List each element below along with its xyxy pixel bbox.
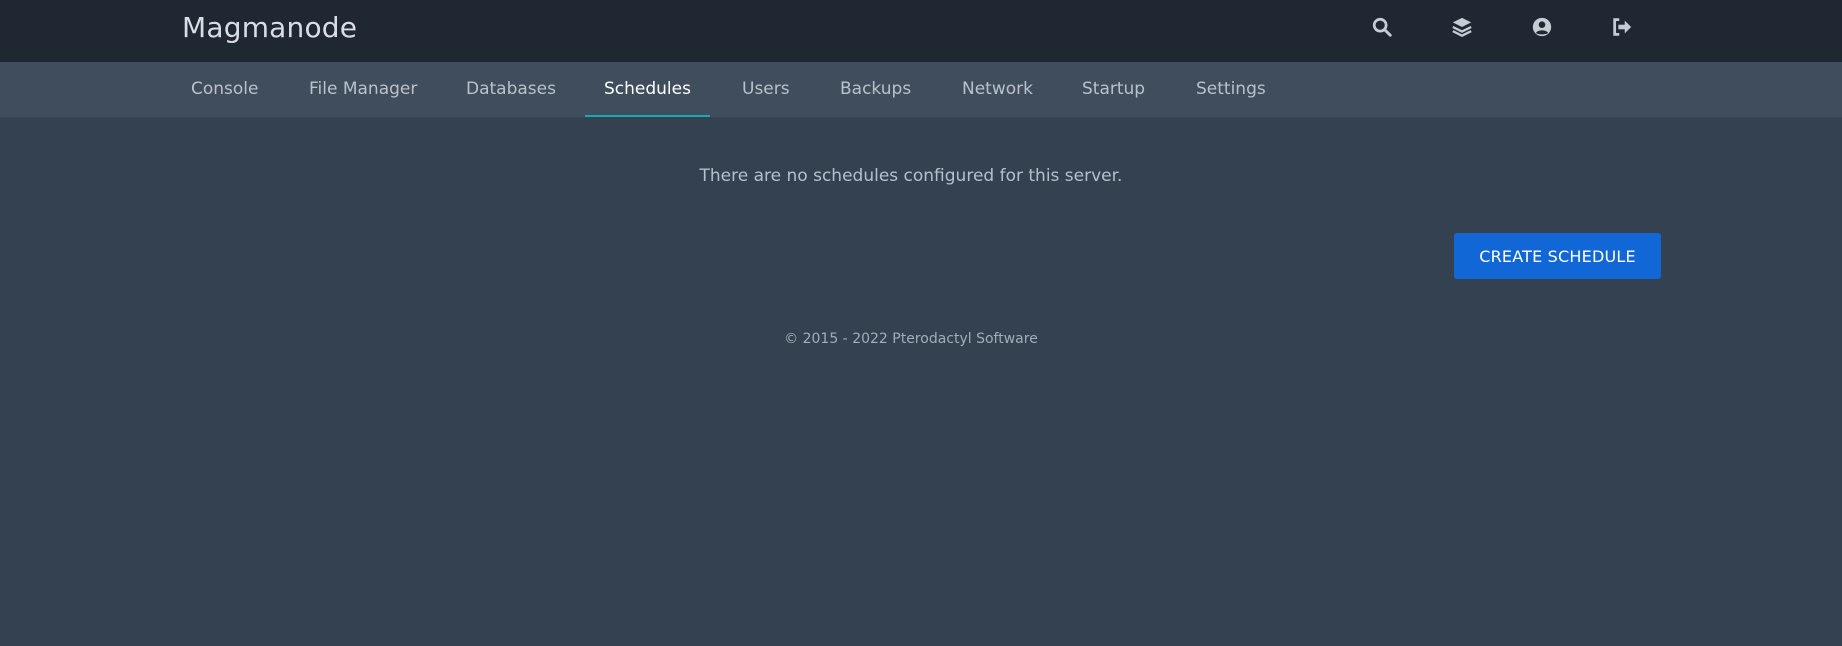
brand-title[interactable]: Magmanode	[182, 10, 357, 46]
tab-network[interactable]: Network	[962, 62, 1033, 117]
top-navigation-bar: Magmanode	[0, 0, 1842, 62]
sign-out-icon[interactable]	[1609, 14, 1635, 40]
server-sub-navigation: Console File Manager Databases Schedules…	[0, 62, 1842, 118]
tab-backups[interactable]: Backups	[840, 62, 911, 117]
create-schedule-button[interactable]: CREATE SCHEDULE	[1454, 233, 1661, 279]
empty-schedules-message: There are no schedules configured for th…	[699, 166, 1123, 186]
tab-settings[interactable]: Settings	[1196, 62, 1266, 117]
tab-startup[interactable]: Startup	[1082, 62, 1145, 117]
tab-file-manager[interactable]: File Manager	[309, 62, 417, 117]
layers-icon[interactable]	[1449, 14, 1475, 40]
search-icon[interactable]	[1369, 14, 1395, 40]
tab-users[interactable]: Users	[742, 62, 790, 117]
footer-copyright: © 2015 - 2022 Pterodactyl Software	[784, 331, 1038, 347]
user-circle-icon[interactable]	[1529, 14, 1555, 40]
tab-console[interactable]: Console	[191, 62, 259, 117]
tab-schedules[interactable]: Schedules	[585, 62, 710, 117]
tab-databases[interactable]: Databases	[466, 62, 556, 117]
